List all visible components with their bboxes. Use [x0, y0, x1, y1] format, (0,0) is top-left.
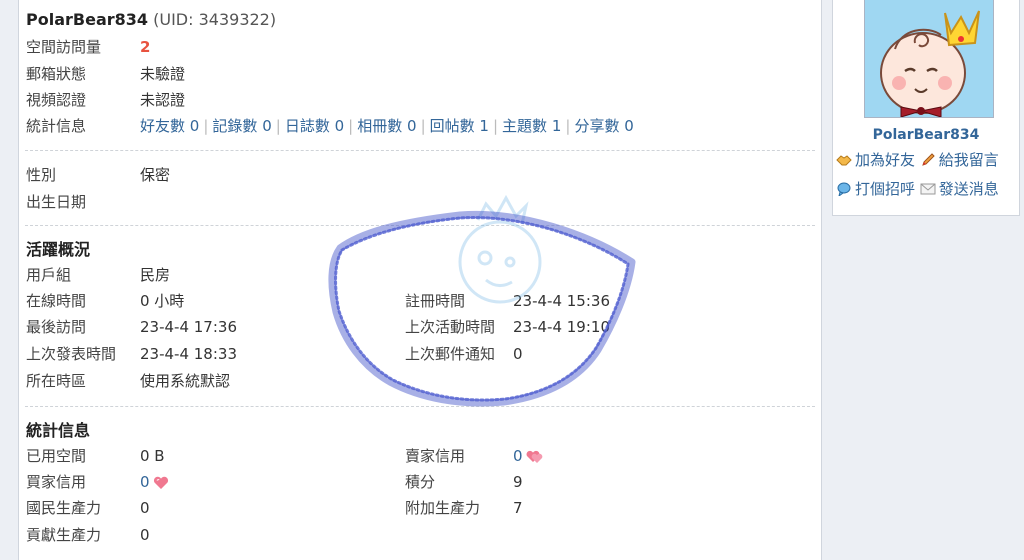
used-space-row: 已用空間 0 B [26, 444, 406, 468]
statistics-section-title: 統計信息 [26, 421, 91, 440]
envelope-icon [920, 183, 936, 195]
stat-link-threads[interactable]: 主題數 1 [502, 117, 561, 135]
extra-productivity-label: 附加生產力 [405, 499, 481, 517]
user-group-row: 用戶組 民房 [26, 263, 406, 287]
sidebar-actions-row-1: 加為好友 給我留言 [836, 149, 999, 170]
online-time-label: 在線時間 [26, 292, 87, 310]
heart-icon [153, 476, 168, 489]
divider [25, 150, 815, 151]
register-time-value: 23-4-4 15:36 [513, 292, 610, 310]
last-mail-label: 上次郵件通知 [405, 345, 496, 363]
last-visit-label: 最後訪問 [26, 318, 87, 336]
divider [25, 225, 815, 226]
seller-credit-row: 賣家信用 0 [405, 444, 805, 468]
online-time-value: 0 小時 [140, 292, 185, 310]
last-mail-value: 0 [513, 345, 523, 363]
stat-link-friends[interactable]: 好友數 0 [140, 117, 199, 135]
birthday-row: 出生日期 [26, 190, 806, 214]
used-space-value: 0 B [140, 447, 165, 465]
video-verify-value: 未認證 [140, 91, 186, 109]
gender-row: 性別 保密 [26, 163, 806, 187]
points-value: 9 [513, 473, 523, 491]
gender-value: 保密 [140, 166, 171, 184]
timezone-label: 所在時區 [26, 372, 87, 390]
email-status-label: 郵箱狀態 [26, 65, 87, 83]
add-friend-link[interactable]: 加為好友 [855, 151, 915, 169]
divider [25, 406, 815, 407]
birthday-label: 出生日期 [26, 193, 87, 211]
stats-links: 好友數 0 | 記錄數 0 | 日誌數 0 | 相冊數 0 | 回帖數 1 | 主題數 1 | 分享數 … [140, 117, 634, 135]
stat-link-records[interactable]: 記錄數 0 [212, 117, 271, 135]
greet-link[interactable]: 打個招呼 [855, 180, 915, 198]
citizen-productivity-value: 0 [140, 499, 150, 517]
seller-credit-label: 賣家信用 [405, 447, 466, 465]
points-label: 積分 [405, 473, 436, 491]
register-time-row: 註冊時間 23-4-4 15:36 [405, 289, 805, 313]
buyer-credit-value-wrap: 0 [140, 470, 169, 494]
points-row: 積分 9 [405, 470, 805, 494]
stats-label: 統計信息 [26, 117, 87, 135]
video-verify-row: 視頻認證 未認證 [26, 88, 806, 112]
stats-row: 統計信息 好友數 0 | 記錄數 0 | 日誌數 0 | 相冊數 0 | 回帖數 1 | 主題數 1… [26, 114, 816, 138]
timezone-row: 所在時區 使用系統默認 [26, 369, 406, 393]
timezone-value: 使用系統默認 [140, 372, 231, 390]
profile-sidebar: PolarBear834 加為好友 給我留言 打個招呼 發送消息 [832, 0, 1020, 216]
stat-link-shares[interactable]: 分享數 0 [574, 117, 633, 135]
gender-label: 性別 [26, 166, 57, 184]
used-space-label: 已用空間 [26, 447, 87, 465]
last-mail-row: 上次郵件通知 0 [405, 342, 805, 366]
buyer-credit-value[interactable]: 0 [140, 473, 150, 491]
sidebar-username[interactable]: PolarBear834 [833, 127, 1019, 143]
send-message-link[interactable]: 發送消息 [939, 180, 999, 198]
profile-panel: PolarBear834 (UID: 3439322) 空間訪問量 2 郵箱狀態… [18, 0, 822, 560]
buyer-credit-label: 買家信用 [26, 473, 87, 491]
last-active-value: 23-4-4 19:10 [513, 318, 610, 336]
contribution-productivity-row: 貢獻生產力 0 [26, 523, 406, 547]
visit-count-row: 空間訪問量 2 [26, 35, 806, 59]
visit-count-label: 空間訪問量 [26, 38, 102, 56]
contribution-productivity-label: 貢獻生產力 [26, 526, 102, 544]
last-post-value: 23-4-4 18:33 [140, 345, 237, 363]
citizen-productivity-label: 國民生產力 [26, 499, 102, 517]
visit-count-value: 2 [140, 38, 151, 56]
heart-icon [526, 450, 542, 463]
last-post-row: 上次發表時間 23-4-4 18:33 [26, 342, 406, 366]
buyer-credit-row: 買家信用 0 [26, 470, 406, 494]
last-active-label: 上次活動時間 [405, 318, 496, 336]
register-time-label: 註冊時間 [405, 292, 466, 310]
user-group-link[interactable]: 民房 [140, 263, 170, 287]
activity-section-title: 活躍概況 [26, 240, 91, 259]
user-group-label: 用戶組 [26, 266, 72, 284]
online-time-row: 在線時間 0 小時 [26, 289, 406, 313]
stat-link-blogs[interactable]: 日誌數 0 [285, 117, 344, 135]
handshake-icon [836, 155, 852, 166]
extra-productivity-row: 附加生產力 7 [405, 496, 805, 520]
stat-link-albums[interactable]: 相冊數 0 [357, 117, 416, 135]
speech-bubble-icon [837, 182, 851, 196]
stat-link-replies[interactable]: 回帖數 1 [430, 117, 489, 135]
profile-username: PolarBear834 [26, 10, 149, 29]
pencil-icon [922, 153, 935, 166]
avatar[interactable] [864, 0, 994, 118]
seller-credit-value-wrap: 0 [513, 444, 544, 468]
leave-message-link[interactable]: 給我留言 [939, 151, 999, 169]
seller-credit-value[interactable]: 0 [513, 447, 523, 465]
citizen-productivity-row: 國民生產力 0 [26, 496, 406, 520]
email-status-row: 郵箱狀態 未驗證 [26, 62, 806, 86]
last-active-row: 上次活動時間 23-4-4 19:10 [405, 315, 805, 339]
contribution-productivity-value: 0 [140, 526, 150, 544]
video-verify-label: 視頻認證 [26, 91, 87, 109]
last-visit-row: 最後訪問 23-4-4 17:36 [26, 315, 406, 339]
extra-productivity-value: 7 [513, 499, 523, 517]
sidebar-actions-row-2: 打個招呼 發送消息 [836, 178, 999, 199]
email-status-value: 未驗證 [140, 65, 186, 83]
profile-header: PolarBear834 (UID: 3439322) [26, 10, 276, 29]
last-post-label: 上次發表時間 [26, 345, 117, 363]
last-visit-value: 23-4-4 17:36 [140, 318, 237, 336]
profile-uid: (UID: 3439322) [153, 10, 277, 29]
